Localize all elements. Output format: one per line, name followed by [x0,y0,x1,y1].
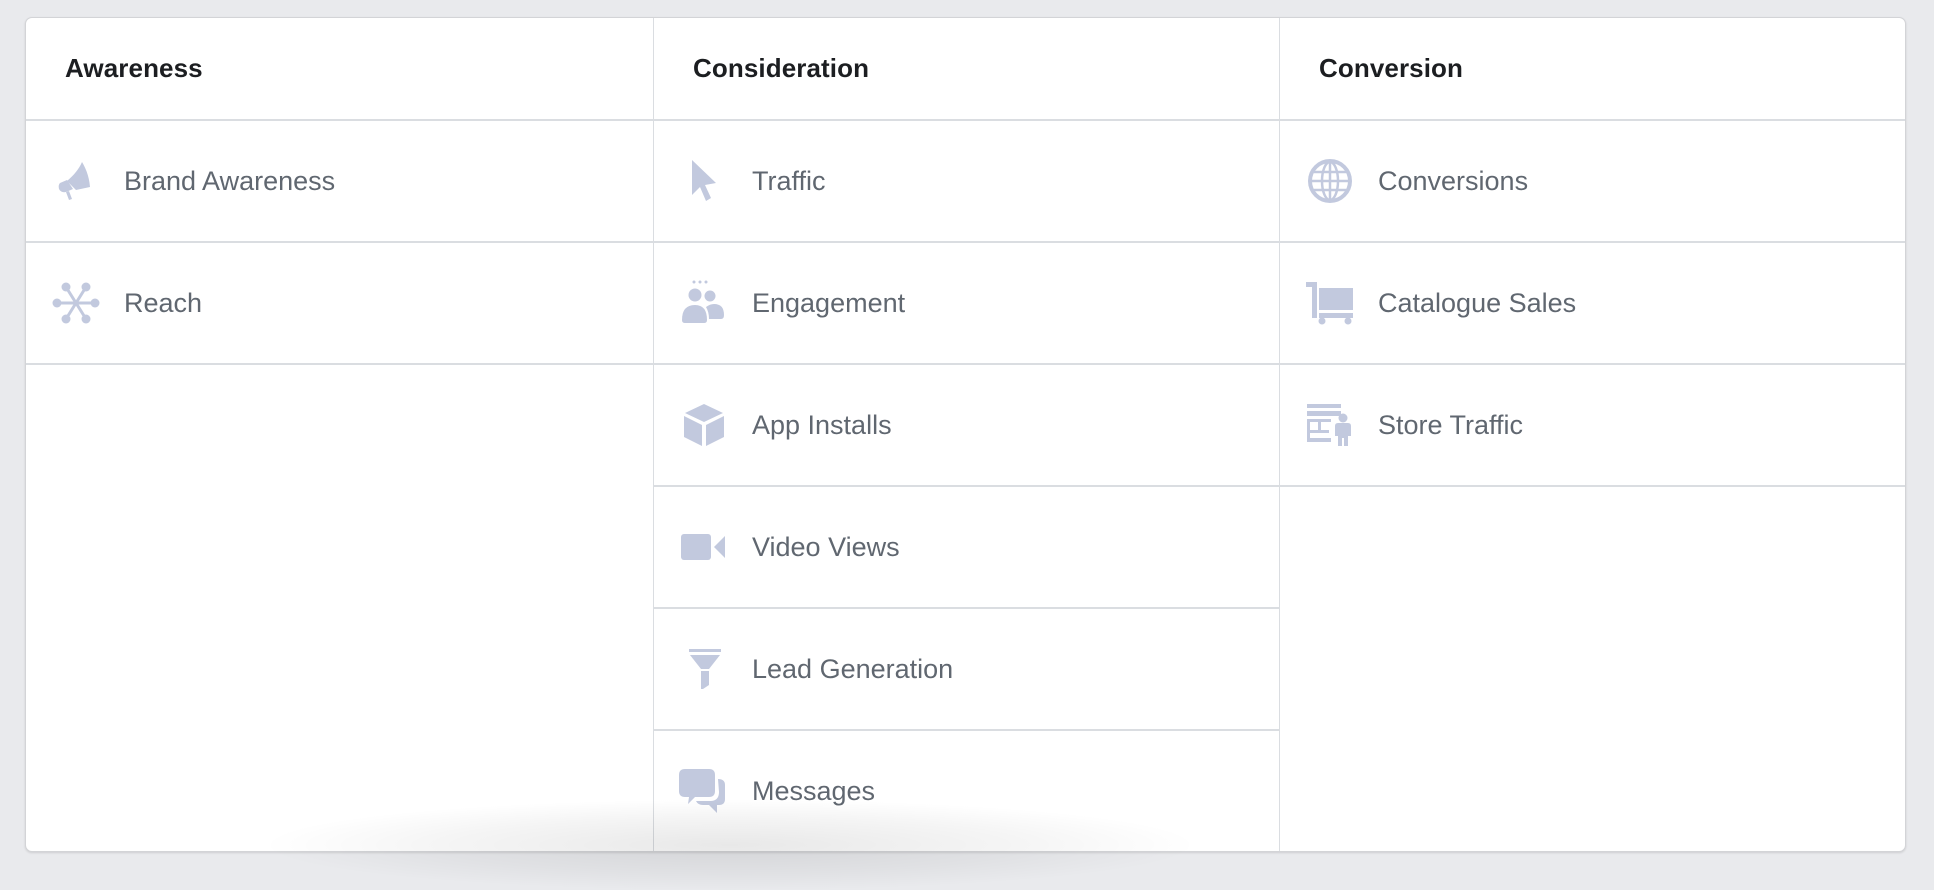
objective-label: App Installs [752,409,892,440]
globe-icon [1304,155,1356,207]
objective-label: Store Traffic [1378,409,1524,440]
shopping-cart-icon [1304,277,1356,329]
column-header-conversion: Conversion [1280,18,1905,121]
objective-label: Conversions [1378,165,1529,196]
objective-lead-generation[interactable]: Lead Generation [654,609,1279,731]
objective-label: Traffic [752,165,826,196]
objective-video-views[interactable]: Video Views [654,487,1279,609]
cube-icon [678,399,730,451]
cursor-icon [678,155,730,207]
column-header-awareness: Awareness [26,18,653,121]
column-title: Conversion [1319,53,1464,83]
column-consideration: Consideration Traffic Engagement App Ins… [654,18,1280,851]
column-title: Consideration [693,53,870,83]
objective-label: Reach [124,287,203,318]
people-icon [678,277,730,329]
column-awareness: Awareness Brand Awareness Reach [26,18,654,851]
store-visitor-icon [1304,399,1356,451]
column-header-consideration: Consideration [654,18,1279,121]
objective-conversions[interactable]: Conversions [1280,121,1905,243]
objective-brand-awareness[interactable]: Brand Awareness [26,121,653,243]
objective-store-traffic[interactable]: Store Traffic [1280,365,1905,487]
objective-messages[interactable]: Messages [654,731,1279,851]
objective-label: Engagement [752,287,906,318]
objective-label: Catalogue Sales [1378,287,1577,318]
reach-network-icon [50,277,102,329]
column-conversion: Conversion Conversions Catalogue Sales S… [1280,18,1905,851]
objective-engagement[interactable]: Engagement [654,243,1279,365]
objective-label: Lead Generation [752,653,954,684]
megaphone-icon [50,155,102,207]
chat-bubbles-icon [678,765,730,817]
objective-catalogue-sales[interactable]: Catalogue Sales [1280,243,1905,365]
funnel-icon [678,643,730,695]
objective-selector-card: Awareness Brand Awareness Reach Consider… [25,17,1906,852]
objective-reach[interactable]: Reach [26,243,653,365]
column-title: Awareness [65,53,203,83]
objective-label: Video Views [752,531,900,562]
objective-label: Messages [752,775,876,806]
objective-label: Brand Awareness [124,165,336,196]
video-camera-icon [678,521,730,573]
objective-traffic[interactable]: Traffic [654,121,1279,243]
objective-app-installs[interactable]: App Installs [654,365,1279,487]
